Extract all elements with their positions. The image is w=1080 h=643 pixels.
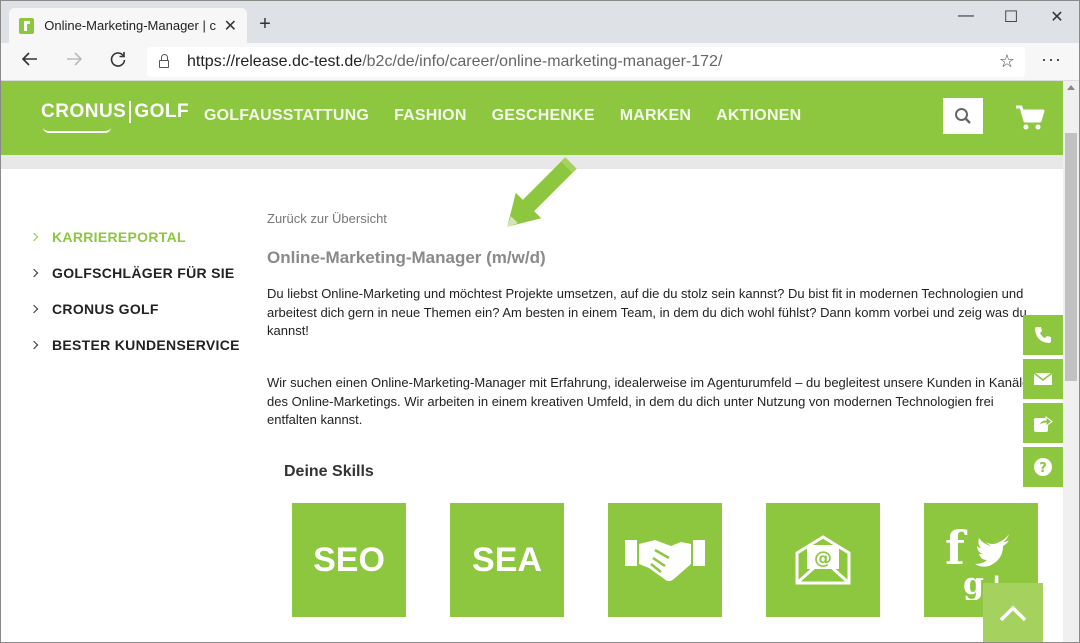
- chevron-right-icon: [29, 232, 39, 242]
- cart-icon: [1016, 105, 1045, 130]
- envelope-icon: [1033, 372, 1053, 385]
- nav-geschenke[interactable]: GESCHENKE: [492, 107, 595, 125]
- scroll-up-icon: [1067, 85, 1075, 90]
- url-text: https://release.dc-test.de/b2c/de/info/c…: [187, 53, 723, 70]
- minimize-button[interactable]: —: [951, 7, 981, 25]
- page-scrollbar[interactable]: [1063, 81, 1079, 642]
- scrollbar-thumb: [1065, 133, 1077, 381]
- back-button[interactable]: [17, 50, 43, 74]
- favorite-star-icon[interactable]: ☆: [999, 51, 1015, 72]
- chevron-right-icon: [29, 268, 39, 278]
- svg-text:?: ?: [1039, 461, 1047, 476]
- nav-fashion[interactable]: FASHION: [394, 107, 467, 125]
- page-title: Online-Marketing-Manager (m/w/d): [267, 248, 546, 267]
- back-to-overview-link[interactable]: Zurück zur Übersicht: [267, 211, 387, 226]
- skill-sea-tile: SEA: [450, 503, 564, 617]
- skill-email-tile: @: [766, 503, 880, 617]
- email-widget-button[interactable]: [1023, 359, 1063, 399]
- skills-heading: Deine Skills: [284, 463, 374, 480]
- share-icon: [1034, 416, 1053, 432]
- intro-paragraph: Du liebst Online-Marketing und möchtest …: [267, 286, 1027, 338]
- forward-button[interactable]: [61, 50, 87, 74]
- description-paragraph: Wir suchen einen Online-Marketing-Manage…: [267, 375, 1037, 427]
- reload-icon: [110, 52, 126, 67]
- site-header: CRONUS GOLF GOLFAUSSTATTUNG FASHION GESCH…: [1, 81, 1063, 155]
- forward-arrow-icon: [67, 52, 83, 66]
- url-input[interactable]: https://release.dc-test.de/b2c/de/info/c…: [147, 47, 1025, 77]
- sidebar-item-kundenservice[interactable]: BESTER KUNDENSERVICE: [29, 327, 240, 363]
- nav-aktionen[interactable]: AKTIONEN: [716, 107, 801, 125]
- skill-handshake-tile: [608, 503, 722, 617]
- tab-close-icon[interactable]: ✕: [224, 16, 237, 36]
- cart-button[interactable]: [1015, 105, 1045, 136]
- email-envelope-icon: @: [795, 535, 851, 585]
- cronus-golf-logo[interactable]: CRONUS GOLF: [41, 101, 189, 133]
- tab-title: Online-Marketing-Manager | cro: [44, 18, 216, 33]
- sidebar-item-karriereportal[interactable]: KARRIEREPORTAL: [29, 219, 240, 255]
- question-icon: ?: [1034, 458, 1052, 476]
- browser-window: Online-Marketing-Manager | cro ✕ + — ☐ ✕…: [0, 0, 1080, 643]
- nav-marken[interactable]: MARKEN: [620, 107, 691, 125]
- help-widget-button[interactable]: ?: [1023, 447, 1063, 487]
- address-bar: https://release.dc-test.de/b2c/de/info/c…: [1, 43, 1079, 81]
- phone-icon: [1035, 327, 1051, 343]
- share-widget-button[interactable]: [1023, 403, 1063, 443]
- chevron-right-icon: [29, 340, 39, 350]
- maximize-button[interactable]: ☐: [996, 7, 1026, 27]
- sidebar-item-golfschlaeger[interactable]: GOLFSCHLÄGER FÜR SIE: [29, 255, 240, 291]
- lock-icon: [159, 54, 169, 68]
- search-button[interactable]: [943, 98, 983, 134]
- close-window-button[interactable]: ✕: [1042, 7, 1072, 27]
- sidebar-item-cronus-golf[interactable]: CRONUS GOLF: [29, 291, 240, 327]
- nav-golfausstattung[interactable]: GOLFAUSSTATTUNG: [204, 107, 369, 125]
- favicon-icon: [19, 17, 35, 34]
- reload-button[interactable]: [105, 50, 131, 74]
- sidebar-menu: KARRIEREPORTAL GOLFSCHLÄGER FÜR SIE CRON…: [29, 219, 240, 363]
- pencil-arrow-icon: [507, 157, 577, 227]
- chevron-up-icon: [999, 605, 1027, 622]
- skill-seo-tile: SEO: [292, 503, 406, 617]
- svg-text:@: @: [814, 548, 832, 569]
- main-navigation: GOLFAUSSTATTUNG FASHION GESCHENKE MARKEN…: [204, 107, 826, 125]
- browser-tab[interactable]: Online-Marketing-Manager | cro ✕: [9, 8, 247, 43]
- handshake-icon: [625, 540, 705, 581]
- search-icon: [955, 108, 971, 124]
- phone-widget-button[interactable]: [1023, 315, 1063, 355]
- tab-bar: Online-Marketing-Manager | cro ✕ + — ☐ ✕: [1, 1, 1079, 43]
- new-tab-button[interactable]: +: [255, 13, 275, 36]
- more-menu-button[interactable]: ···: [1041, 49, 1062, 70]
- chevron-right-icon: [29, 304, 39, 314]
- scroll-to-top-button[interactable]: [983, 583, 1043, 642]
- back-arrow-icon: [21, 52, 37, 66]
